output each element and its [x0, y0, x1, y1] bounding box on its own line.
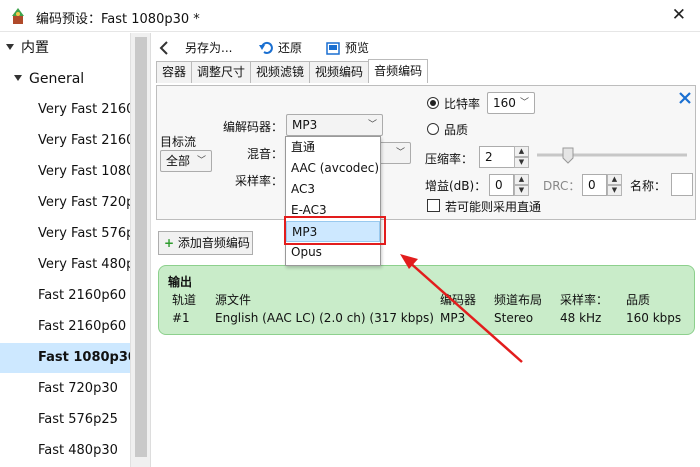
annotation-arrow-icon — [400, 254, 523, 363]
